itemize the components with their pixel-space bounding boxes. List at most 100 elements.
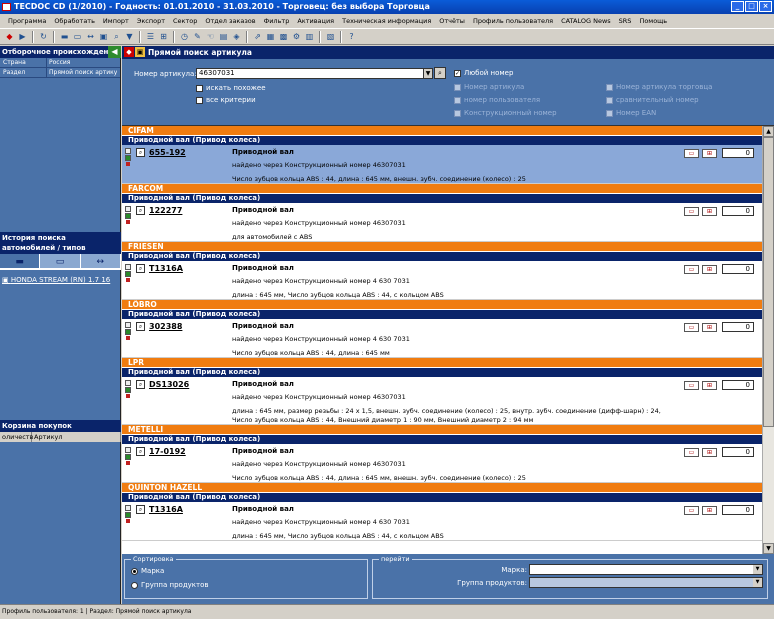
scroll-up-icon[interactable]: ▲ [763,126,774,137]
list-item[interactable]: ⌕ 17-0192 Приводной вал найдено через Конст… [122,444,762,483]
info-icon[interactable] [125,322,131,328]
menu-profile[interactable]: Профиль пользователя [469,17,557,25]
goto-brand-select[interactable]: ▼ [529,564,763,575]
menu-catalog-news[interactable]: CATALOG News [557,17,615,25]
menu-export[interactable]: Экспорт [133,17,169,25]
refresh-icon[interactable]: ↻ [38,31,49,42]
close-button[interactable]: × [759,1,772,12]
ean-number-checkbox[interactable]: Номер EAN [606,109,656,117]
history-item[interactable]: ▣ HONDA STREAM (RN) 1.7 16 [0,270,121,290]
compare-icon[interactable]: ▭ [684,505,699,515]
trader-number-checkbox[interactable]: Номер артикула торговца [606,83,712,91]
article-number-input[interactable]: 46307031 [196,68,432,79]
chart-icon[interactable]: ▦ [265,31,276,42]
menu-sector[interactable]: Сектор [169,17,201,25]
info-icon[interactable] [125,505,131,511]
menu-help[interactable]: Помощь [635,17,671,25]
collapse-left-icon[interactable]: ◀ [108,46,121,58]
gear-icon[interactable]: ⚙ [291,31,302,42]
car-icon[interactable]: ▬ [59,31,70,42]
quantity-input[interactable]: 0 [722,206,754,216]
help-icon[interactable]: ? [346,31,357,42]
quantity-input[interactable]: 0 [722,264,754,274]
compare-icon[interactable]: ▭ [684,264,699,274]
article-number-link[interactable]: 302388 [149,322,182,331]
minimize-button[interactable]: _ [731,1,744,12]
quantity-input[interactable]: 0 [722,148,754,158]
search-icon[interactable]: ⌕ [111,31,122,42]
list-item[interactable]: ⌕ 122277 Приводной вал найдено через Констр… [122,203,762,242]
add-to-cart-icon[interactable]: ⊞ [702,264,717,274]
maximize-button[interactable]: □ [745,1,758,12]
link-icon[interactable]: ⇗ [252,31,263,42]
menu-activation[interactable]: Активация [293,17,338,25]
cart-col-article[interactable]: Артикул [32,432,121,442]
brand-header[interactable]: QUINTON HAZELL [122,483,762,493]
clock-icon[interactable]: ◷ [179,31,190,42]
sort-brand-radio[interactable]: Марка [131,567,164,575]
brand-header[interactable]: FRIESEN [122,242,762,252]
construction-number-checkbox[interactable]: Конструкционный номер [454,109,557,117]
list-item[interactable]: ⌕ T1316A Приводной вал найдено через Констр… [122,502,762,541]
tab-axles[interactable]: ↔ [80,254,121,268]
all-criteria-checkbox[interactable]: все критерии [196,96,256,104]
magnifier-icon[interactable]: ⌕ [136,148,145,157]
magnifier-icon[interactable]: ⌕ [136,380,145,389]
quantity-input[interactable]: 0 [722,505,754,515]
brand-header[interactable]: LPR [122,358,762,368]
tab-cars[interactable]: ▬ [0,254,41,268]
article-number-link[interactable]: DS13026 [149,380,189,389]
cart-icon[interactable]: ⊞ [158,31,169,42]
quantity-input[interactable]: 0 [722,380,754,390]
menu-filter[interactable]: Фильтр [260,17,294,25]
grid-icon[interactable]: ▩ [278,31,289,42]
tools-icon[interactable]: ✎ [192,31,203,42]
quantity-input[interactable]: 0 [722,322,754,332]
menu-program[interactable]: Программа [4,17,50,25]
tab-trucks[interactable]: ▭ [40,254,81,268]
article-number-link[interactable]: T1316A [149,264,183,273]
results-scrollbar[interactable]: ▲ ▼ [762,126,774,554]
add-to-cart-icon[interactable]: ⊞ [702,447,717,457]
similar-checkbox[interactable]: искать похожее [196,84,266,92]
user-number-checkbox[interactable]: номер пользователя [454,96,540,104]
article-number-link[interactable]: T1316A [149,505,183,514]
compare-icon[interactable]: ▭ [684,447,699,457]
article-number-link[interactable]: 655-192 [149,148,186,157]
diamond-icon[interactable]: ◈ [231,31,242,42]
axle-icon[interactable]: ↔ [85,31,96,42]
filter-icon[interactable]: ▼ [124,31,135,42]
brand-header[interactable]: FARCOM [122,184,762,194]
info-icon[interactable] [125,148,131,154]
article-number-link[interactable]: 17-0192 [149,447,186,456]
forward-icon[interactable]: ▶ [17,31,28,42]
menu-srs[interactable]: SRS [615,17,636,25]
article-number-link[interactable]: 122277 [149,206,182,215]
image-icon[interactable]: ▤ [218,31,229,42]
quantity-input[interactable]: 0 [722,447,754,457]
magnifier-icon[interactable]: ⌕ [136,206,145,215]
menu-techinfo[interactable]: Техническая информация [338,17,435,25]
info-icon[interactable] [125,264,131,270]
magnifier-icon[interactable]: ⌕ [136,322,145,331]
add-to-cart-icon[interactable]: ⊞ [702,380,717,390]
add-to-cart-icon[interactable]: ⊞ [702,505,717,515]
scroll-down-icon[interactable]: ▼ [763,543,774,554]
comparison-number-checkbox[interactable]: сравнительный номер [606,96,699,104]
back-icon[interactable]: ◆ [4,31,15,42]
magnifier-icon[interactable]: ⌕ [136,447,145,456]
compare-icon[interactable]: ▭ [684,380,699,390]
list-item[interactable]: ⌕ 655-192 Приводной вал найдено через Конст… [122,145,762,184]
engine-icon[interactable]: ▣ [98,31,109,42]
info-icon[interactable] [125,447,131,453]
list-item[interactable]: ⌕ DS13026 Приводной вал найдено через Конст… [122,377,762,425]
info-icon[interactable] [125,380,131,386]
menu-edit[interactable]: Обработать [50,17,99,25]
sort-group-radio[interactable]: Группа продуктов [131,581,209,589]
add-to-cart-icon[interactable]: ⊞ [702,206,717,216]
brand-header[interactable]: LÖBRO [122,300,762,310]
menu-import[interactable]: Импорт [99,17,133,25]
add-to-cart-icon[interactable]: ⊞ [702,322,717,332]
hand-icon[interactable]: ☜ [205,31,216,42]
window-icon[interactable]: ▧ [325,31,336,42]
